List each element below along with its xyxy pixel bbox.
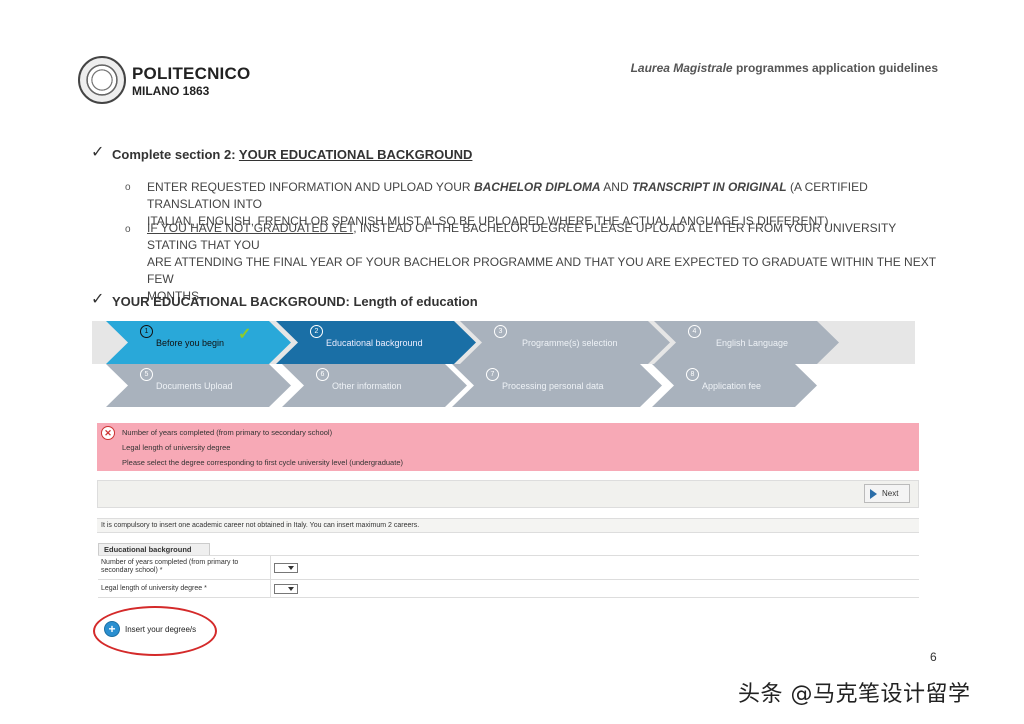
step-number: 1 (140, 325, 153, 338)
wizard-step-1[interactable]: 1 Before you begin (106, 321, 291, 364)
wizard-step-4[interactable]: 4 English Language (654, 321, 839, 364)
arrow-right-icon (870, 488, 877, 499)
wizard-step-6[interactable]: 6 Other information (282, 364, 467, 407)
step-number: 7 (486, 368, 499, 381)
table-header: Educational background (98, 543, 210, 555)
next-button[interactable]: Next (864, 484, 910, 503)
wizard-step-8[interactable]: 8 Application fee (652, 364, 817, 407)
row-label: Legal length of university degree * (101, 585, 207, 592)
next-label: Next (882, 489, 899, 498)
row-label: Number of years completed (from primary … (101, 559, 239, 574)
politecnico-logo-seal (78, 56, 126, 104)
info-message: It is compulsory to insert one academic … (97, 518, 919, 533)
watermark: 头条 @马克笔设计留学 (738, 682, 971, 707)
error-message: Legal length of university degree (122, 443, 231, 452)
step-label: Documents Upload (156, 380, 233, 391)
section2-title: YOUR EDUCATIONAL BACKGROUND: Length of e… (112, 294, 478, 309)
wizard-step-5[interactable]: 5 Documents Upload (106, 364, 291, 407)
page-number: 6 (930, 650, 937, 664)
logo-name: POLITECNICO (132, 64, 251, 83)
step-label: Other information (332, 380, 402, 391)
step-number: 4 (688, 325, 701, 338)
step-number: 3 (494, 325, 507, 338)
step-label: Programme(s) selection (522, 337, 618, 348)
bullet-2: IF YOU HAVE NOT GRADUATED YET, INSTEAD O… (147, 221, 936, 303)
highlight-oval (93, 606, 217, 656)
step-label: English Language (716, 337, 789, 348)
error-message: Number of years completed (from primary … (122, 428, 333, 437)
degree-length-select[interactable] (274, 584, 298, 594)
section1-title: Complete section 2: YOUR EDUCATIONAL BAC… (112, 147, 473, 162)
wizard-step-7[interactable]: 7 Processing personal data (452, 364, 662, 407)
error-icon: ✕ (101, 426, 115, 440)
step-number: 5 (140, 368, 153, 381)
step-number: 6 (316, 368, 329, 381)
document-title: Laurea Magistrale programmes application… (630, 61, 938, 75)
step-label: Educational background (326, 337, 423, 348)
wizard-step-2[interactable]: 2 Educational background (276, 321, 476, 364)
form-toolbar (97, 480, 919, 508)
bullet-icon: o (125, 182, 131, 193)
checkmark-icon: ✓ (91, 291, 105, 308)
table-row: Number of years completed (from primary … (98, 555, 919, 579)
step-label: Application fee (702, 380, 762, 391)
table-row: Legal length of university degree * (98, 579, 919, 598)
step-number: 8 (686, 368, 699, 381)
completed-check-icon: ✓ (238, 326, 252, 343)
checkmark-icon: ✓ (91, 144, 105, 161)
logo-sub: MILANO 1863 (132, 84, 210, 98)
wizard-step-3[interactable]: 3 Programme(s) selection (460, 321, 670, 364)
error-message: Please select the degree corresponding t… (122, 458, 403, 467)
bullet-icon: o (125, 224, 131, 235)
step-label: Processing personal data (502, 380, 604, 391)
step-label: Before you begin (156, 337, 225, 348)
step-number: 2 (310, 325, 323, 338)
years-completed-select[interactable] (274, 563, 298, 573)
